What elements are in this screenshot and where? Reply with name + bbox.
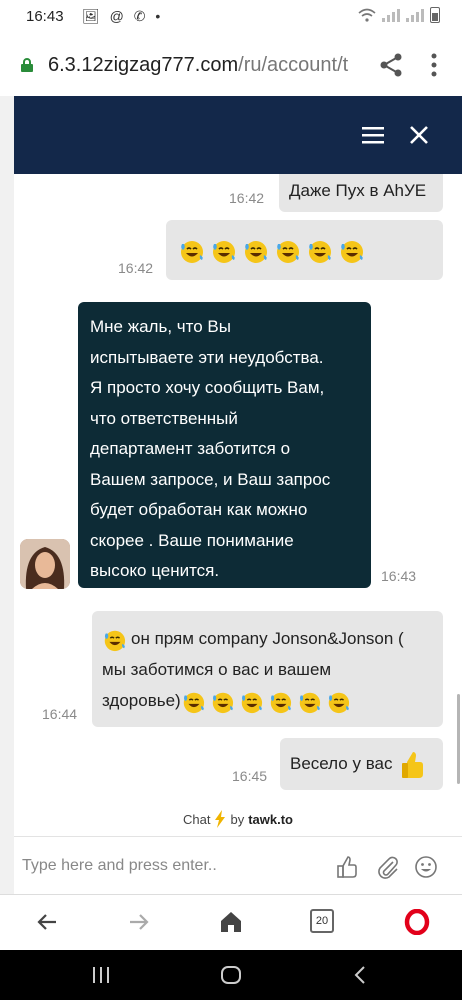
battery-icon	[430, 7, 440, 23]
agent-avatar	[20, 539, 70, 589]
thumbs-up-icon	[402, 751, 424, 778]
agent-message: Мне жаль, что Вы испытываете эти неудобс…	[78, 302, 371, 588]
message-text: Даже Пух в AhУЕ	[289, 181, 427, 200]
laughing-emoji-icon	[210, 238, 236, 264]
laughing-emoji-icon	[326, 690, 350, 714]
status-bar: 16:43 🖼 @ ✆ •	[0, 0, 462, 34]
recent-apps-icon[interactable]	[90, 964, 112, 986]
message-line-3: здоровье)	[102, 685, 443, 716]
android-nav-bar	[0, 950, 462, 1000]
back-nav-icon[interactable]	[350, 964, 372, 986]
lock-icon	[21, 58, 33, 72]
message-line: департамент заботится о	[90, 439, 291, 458]
system-status-icons	[358, 7, 440, 23]
laughing-emoji-icon	[242, 238, 268, 264]
attach-icon[interactable]	[376, 855, 400, 879]
status-time: 16:43	[26, 8, 64, 25]
message-line: скорее . Ваше понимание	[90, 530, 294, 550]
message-time: 16:42	[118, 260, 154, 276]
chat-messages: 16:42 Даже Пух в AhУЕ 16:42 Мне жаль, чт…	[14, 174, 462, 802]
powered-by-text: by	[230, 811, 245, 827]
share-icon[interactable]	[378, 52, 404, 78]
message-line-2: мы заботимся о вас и вашем	[102, 660, 332, 679]
opera-icon[interactable]	[404, 909, 430, 935]
message-time: 16:45	[232, 768, 268, 784]
message-line: Мне жаль, что Вы	[90, 317, 231, 336]
message-time: 16:43	[381, 568, 417, 584]
laughing-emoji-icon	[239, 690, 263, 714]
message-line: что ответственный	[90, 408, 238, 428]
message-text: здоровье)	[102, 691, 181, 710]
laughing-emoji-icon	[297, 690, 321, 714]
tawk-brand: tawk.to	[248, 811, 293, 827]
visitor-message: Даже Пух в AhУЕ	[279, 174, 443, 212]
home-nav-icon[interactable]	[220, 964, 242, 986]
wifi-icon	[358, 8, 376, 22]
message-time: 16:44	[42, 706, 78, 722]
visitor-message: Весело у вас	[280, 738, 443, 790]
powered-by[interactable]: Chat by tawk.to	[14, 802, 462, 836]
message-line: будет обработан как можно	[90, 500, 308, 519]
notification-icons: 🖼 @ ✆ •	[82, 8, 164, 24]
message-composer	[14, 836, 462, 895]
url-path: /ru/account/t	[238, 54, 349, 76]
bolt-icon	[215, 810, 226, 828]
visitor-message: он прям company Jonson&Jonson ( мы забот…	[92, 611, 443, 727]
laughing-emoji-icon	[268, 690, 292, 714]
message-time: 16:42	[229, 190, 265, 206]
laughing-emoji-icon	[178, 238, 204, 264]
browser-nav-bar: 20	[0, 894, 462, 951]
url-host: 6.3.12zigzag777.com	[48, 54, 239, 76]
chat-header	[14, 96, 462, 174]
forward-icon[interactable]	[126, 909, 152, 935]
message-line: высоко ценится.	[90, 561, 220, 580]
laughing-emoji-icon	[102, 628, 126, 652]
signal-icon	[382, 8, 400, 22]
laughing-emoji-icon	[338, 238, 364, 264]
laughing-emoji-icon	[181, 690, 205, 714]
visitor-message-emoji	[166, 220, 443, 280]
more-icon[interactable]	[428, 52, 440, 78]
signal-icon-2	[406, 8, 424, 22]
laughing-emoji-icon	[210, 690, 234, 714]
laughing-emoji-icon	[274, 238, 300, 264]
message-line-1: он прям company Jonson&Jonson (	[102, 623, 443, 654]
like-icon[interactable]	[336, 855, 360, 879]
powered-chat: Chat	[183, 811, 211, 827]
laughing-emoji-icon	[306, 238, 332, 264]
menu-icon[interactable]	[362, 126, 384, 144]
tabs-button[interactable]: 20	[310, 909, 334, 933]
emoji-icon[interactable]	[414, 855, 438, 879]
message-input[interactable]	[20, 849, 324, 883]
message-text: он прям company Jonson&Jonson (	[131, 629, 404, 648]
message-line: Вашем запросе, и Ваш запрос	[90, 469, 331, 489]
close-icon[interactable]	[408, 124, 430, 146]
message-line: Я просто хочу сообщить Вам,	[90, 378, 325, 397]
chat-scrollbar[interactable]	[457, 694, 460, 784]
url-field[interactable]: 6.3.12zigzag777.com/ru/account/t	[48, 54, 366, 77]
back-icon[interactable]	[34, 909, 60, 935]
message-line: испытываете эти неудобства.	[90, 347, 324, 367]
home-icon[interactable]	[218, 909, 244, 935]
message-text: Весело у вас	[290, 754, 393, 773]
browser-url-bar: 6.3.12zigzag777.com/ru/account/t	[0, 34, 462, 96]
